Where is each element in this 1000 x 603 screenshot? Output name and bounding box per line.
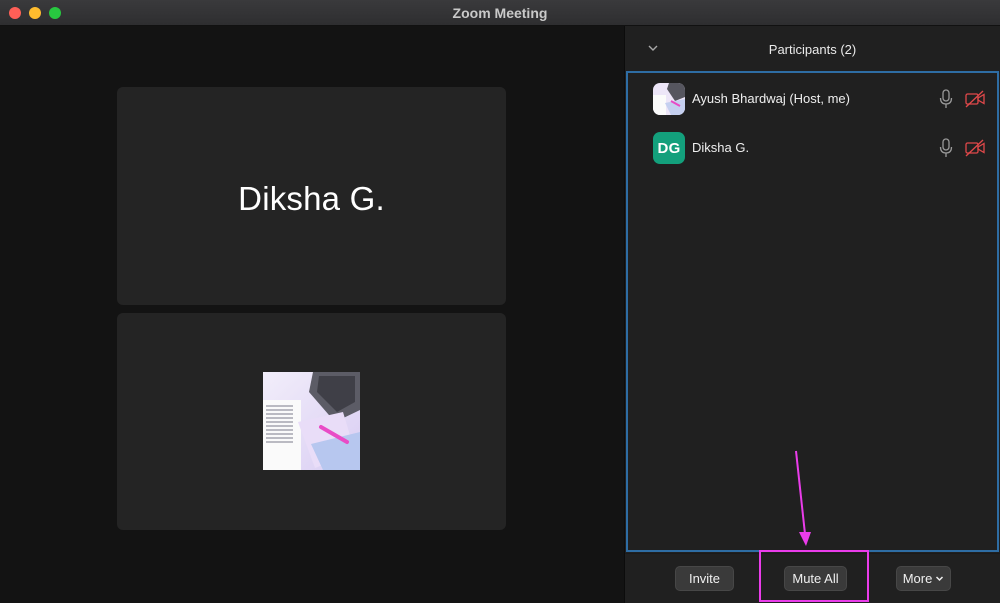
video-off-icon[interactable] xyxy=(965,139,985,157)
participant-avatar xyxy=(653,83,685,115)
more-button[interactable]: More xyxy=(896,566,951,591)
title-bar: Zoom Meeting xyxy=(0,0,1000,26)
participant-row[interactable]: Ayush Bhardwaj (Host, me) xyxy=(628,77,997,121)
video-tile-diksha[interactable]: Diksha G. xyxy=(117,87,506,305)
participant-name: Diksha G. xyxy=(692,140,749,155)
video-tile-self[interactable] xyxy=(117,313,506,530)
chevron-down-icon xyxy=(935,574,944,583)
participants-title: Participants (2) xyxy=(625,42,1000,57)
invite-button[interactable]: Invite xyxy=(675,566,734,591)
participant-name: Ayush Bhardwaj (Host, me) xyxy=(692,91,850,106)
mic-icon[interactable] xyxy=(939,138,953,158)
mute-all-button[interactable]: Mute All xyxy=(784,566,847,591)
video-gallery: Diksha G. xyxy=(0,26,624,603)
more-label: More xyxy=(903,571,933,586)
mic-icon[interactable] xyxy=(939,89,953,109)
participants-header: Participants (2) xyxy=(625,26,1000,71)
participant-row[interactable]: DG Diksha G. xyxy=(628,126,997,170)
window-title: Zoom Meeting xyxy=(0,5,1000,21)
participant-avatar: DG xyxy=(653,132,685,164)
participants-list: Ayush Bhardwaj (Host, me) DG Diksha G. xyxy=(626,71,999,552)
video-tile-name: Diksha G. xyxy=(117,180,506,218)
participants-panel: Participants (2) Ayush Bhardwaj (Host, m… xyxy=(625,26,1000,603)
video-off-icon[interactable] xyxy=(965,90,985,108)
participants-footer: Invite Mute All More xyxy=(625,553,1000,603)
profile-picture xyxy=(263,372,360,470)
